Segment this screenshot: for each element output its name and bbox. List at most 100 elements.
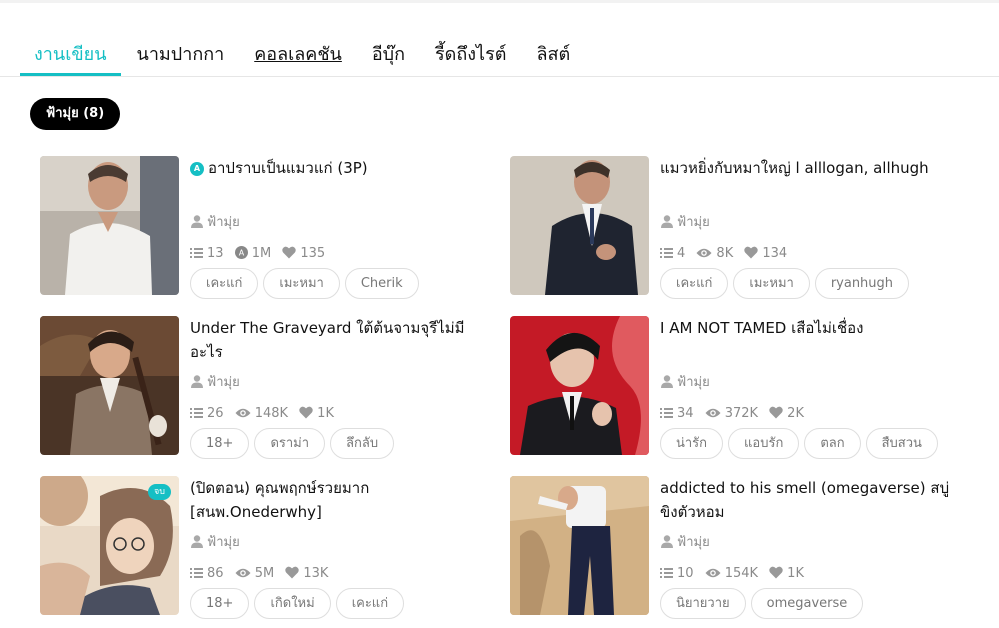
eye-icon [235, 566, 251, 586]
tag-chip[interactable]: ลึกลับ [330, 428, 395, 459]
views-stat: 8K [696, 244, 733, 266]
work-title[interactable]: แมวหยิ่งกับหมาใหญ่ l alllogan, allhugh [660, 156, 960, 204]
chapters-count: 86 [207, 566, 224, 581]
list-icon [190, 246, 203, 266]
list-icon [660, 406, 673, 426]
user-icon [660, 374, 674, 396]
cover-image[interactable] [510, 476, 649, 615]
tag-chip[interactable]: สืบสวน [865, 428, 938, 459]
tab-lists[interactable]: ลิสต์ [522, 40, 584, 76]
author-link[interactable]: ฟ้ามุ่ย [190, 532, 240, 554]
tag-chip[interactable]: Cherik [344, 268, 419, 299]
author-link[interactable]: ฟ้ามุ่ย [660, 212, 710, 234]
tag-chip[interactable]: เคะแก่ [335, 588, 405, 619]
views-count: 5M [254, 566, 275, 581]
chapters-stat: 34 [660, 404, 694, 426]
cover-image[interactable] [510, 156, 649, 295]
tag-chip[interactable]: เมะหมา [263, 268, 340, 299]
user-icon [660, 534, 674, 556]
tag-chip[interactable]: เกิดใหม่ [254, 588, 331, 619]
likes-stat: 135 [282, 244, 325, 266]
cover-image[interactable] [40, 316, 179, 455]
cover-illustration [510, 156, 649, 295]
completed-badge: จบ [148, 484, 171, 500]
tab-label: รี้ดถึงไรต์ [435, 44, 507, 65]
views-count: 148K [254, 406, 289, 421]
award-badge-icon: A [190, 162, 204, 176]
tag-chip[interactable]: เคะแก่ [190, 268, 259, 299]
tab-collections[interactable]: คอลเลคชัน [240, 40, 356, 76]
author-name: ฟ้ามุ่ย [677, 215, 710, 230]
svg-text:A: A [238, 249, 244, 258]
author-link[interactable]: ฟ้ามุ่ย [190, 372, 240, 394]
likes-stat: 1K [769, 564, 804, 586]
cover-image[interactable] [510, 316, 649, 455]
chapters-stat: 13 [190, 244, 224, 266]
heart-icon [769, 566, 783, 586]
title-text: (ปิดตอน) คุณพฤกษ์รวยมาก [สนพ.Onederwhy] [190, 479, 370, 521]
likes-stat: 13K [285, 564, 328, 586]
user-icon [190, 214, 204, 236]
tab-label: อีบุ๊ก [371, 44, 406, 65]
work-stats: 4 8K 134 [660, 244, 794, 264]
cover-image[interactable] [40, 156, 179, 295]
tag-list: น่ารัก แอบรัก ตลก สืบสวน [660, 428, 943, 460]
tag-list: เคะแก่ เมะหมา Cherik [190, 268, 424, 300]
likes-count: 2K [787, 406, 804, 421]
tag-chip[interactable]: เคะแก่ [660, 268, 729, 299]
tag-chip[interactable]: omegaverse [750, 588, 864, 619]
pen-name-filter-chip[interactable]: ฟ้ามุ่ย (8) [30, 98, 121, 130]
tab-pen-names[interactable]: นามปากกา [123, 40, 239, 76]
likes-stat: 2K [769, 404, 804, 426]
cover-illustration [40, 316, 179, 455]
work-stats: 34 372K 2K [660, 404, 811, 424]
tag-chip[interactable]: ryanhugh [814, 268, 910, 299]
heart-icon [769, 406, 783, 426]
work-info: (ปิดตอน) คุณพฤกษ์รวยมาก [สนพ.Onederwhy] … [190, 476, 490, 628]
chapters-count: 13 [207, 246, 224, 261]
author-link[interactable]: ฟ้ามุ่ย [660, 372, 710, 394]
chapters-count: 10 [677, 566, 694, 581]
list-icon [660, 246, 673, 266]
title-text: Under The Graveyard ใต้ต้นจามจุรีไม่มีอะ… [190, 319, 465, 361]
tab-reader-to-writer[interactable]: รี้ดถึงไรต์ [421, 40, 520, 76]
author-link[interactable]: ฟ้ามุ่ย [660, 532, 710, 554]
work-title[interactable]: I AM NOT TAMED เสือไม่เชื่อง [660, 316, 960, 364]
tag-chip[interactable]: น่ารัก [660, 428, 724, 459]
tag-chip[interactable]: ตลก [804, 428, 861, 459]
works-grid: A อาปราบเป็นแมวแก่ (3P) ฟ้ามุ่ย 13 A 1M 13… [40, 156, 960, 628]
heart-icon [285, 566, 300, 586]
work-info: A อาปราบเป็นแมวแก่ (3P) ฟ้ามุ่ย 13 A 1M 13… [190, 156, 490, 316]
badge-icon: A [234, 246, 248, 266]
tab-ebooks[interactable]: อีบุ๊ก [358, 40, 419, 76]
tag-chip[interactable]: เมะหมา [733, 268, 810, 299]
chapters-count: 4 [677, 246, 686, 261]
title-text: I AM NOT TAMED เสือไม่เชื่อง [660, 319, 864, 337]
tag-chip[interactable]: แอบรัก [728, 428, 800, 459]
author-link[interactable]: ฟ้ามุ่ย [190, 212, 240, 234]
tag-chip[interactable]: ดราม่า [254, 428, 326, 459]
work-stats: 86 5M 13K [190, 564, 335, 584]
views-stat: A 1M [234, 244, 272, 266]
chapters-count: 26 [207, 406, 224, 421]
likes-count: 13K [303, 566, 329, 581]
tab-works[interactable]: งานเขียน [20, 40, 121, 76]
work-info: I AM NOT TAMED เสือไม่เชื่อง ฟ้ามุ่ย 34 … [660, 316, 960, 476]
likes-count: 135 [300, 246, 326, 261]
tag-chip[interactable]: 18+ [190, 588, 250, 619]
heart-icon [299, 406, 313, 426]
work-title[interactable]: A อาปราบเป็นแมวแก่ (3P) [190, 156, 490, 204]
work-card: A อาปราบเป็นแมวแก่ (3P) ฟ้ามุ่ย 13 A 1M 13… [40, 156, 510, 316]
views-stat: 5M [235, 564, 275, 586]
work-title[interactable]: (ปิดตอน) คุณพฤกษ์รวยมาก [สนพ.Onederwhy] [190, 476, 490, 524]
likes-count: 134 [762, 246, 788, 261]
chapters-stat: 26 [190, 404, 224, 426]
cover-image[interactable]: จบ [40, 476, 179, 615]
work-title[interactable]: addicted to his smell (omegaverse) สบู่ข… [660, 476, 960, 524]
work-info: Under The Graveyard ใต้ต้นจามจุรีไม่มีอะ… [190, 316, 490, 476]
tag-chip[interactable]: นิยายวาย [660, 588, 746, 619]
views-count: 1M [251, 246, 272, 261]
views-count: 8K [716, 246, 734, 261]
tag-chip[interactable]: 18+ [190, 428, 250, 459]
work-title[interactable]: Under The Graveyard ใต้ต้นจามจุรีไม่มีอะ… [190, 316, 490, 364]
